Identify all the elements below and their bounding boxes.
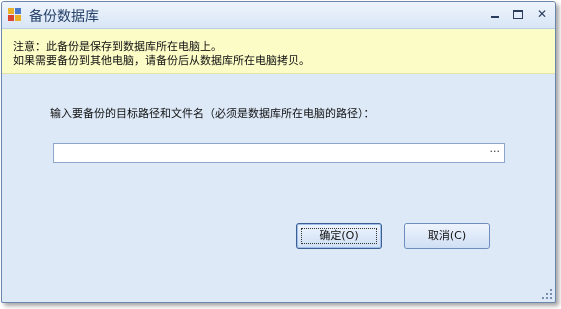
close-icon: ✕	[536, 7, 548, 21]
maximize-button[interactable]	[510, 7, 526, 21]
notice-panel: 注意：此备份是保存到数据库所在电脑上。 如果需要备份到其他电脑，请备份后从数据库…	[2, 29, 555, 74]
minimize-button[interactable]	[487, 7, 503, 21]
cancel-button-label: 取消(C)	[427, 229, 467, 242]
resize-grip-icon[interactable]	[542, 289, 552, 299]
app-icon	[8, 8, 22, 22]
maximize-icon	[513, 10, 523, 19]
browse-button[interactable]: ···	[490, 145, 501, 158]
ok-button[interactable]: 确定(O)	[296, 223, 382, 249]
title-bar[interactable]: 备份数据库 ✕	[2, 2, 555, 29]
backup-path-input[interactable]: ···	[53, 143, 505, 163]
path-prompt-label: 输入要备份的目标路径和文件名（必须是数据库所在电脑的路径）：	[50, 107, 375, 120]
cancel-button[interactable]: 取消(C)	[404, 223, 490, 249]
focus-rectangle	[301, 228, 377, 244]
window-title: 备份数据库	[29, 9, 99, 25]
close-button[interactable]: ✕	[534, 7, 550, 21]
backup-dialog: 备份数据库 ✕ 注意：此备份是保存到数据库所在电脑上。 如果需要备份到其他电脑，…	[1, 1, 556, 303]
minimize-icon	[491, 16, 499, 18]
notice-line-2: 如果需要备份到其他电脑，请备份后从数据库所在电脑拷贝。	[13, 54, 310, 67]
